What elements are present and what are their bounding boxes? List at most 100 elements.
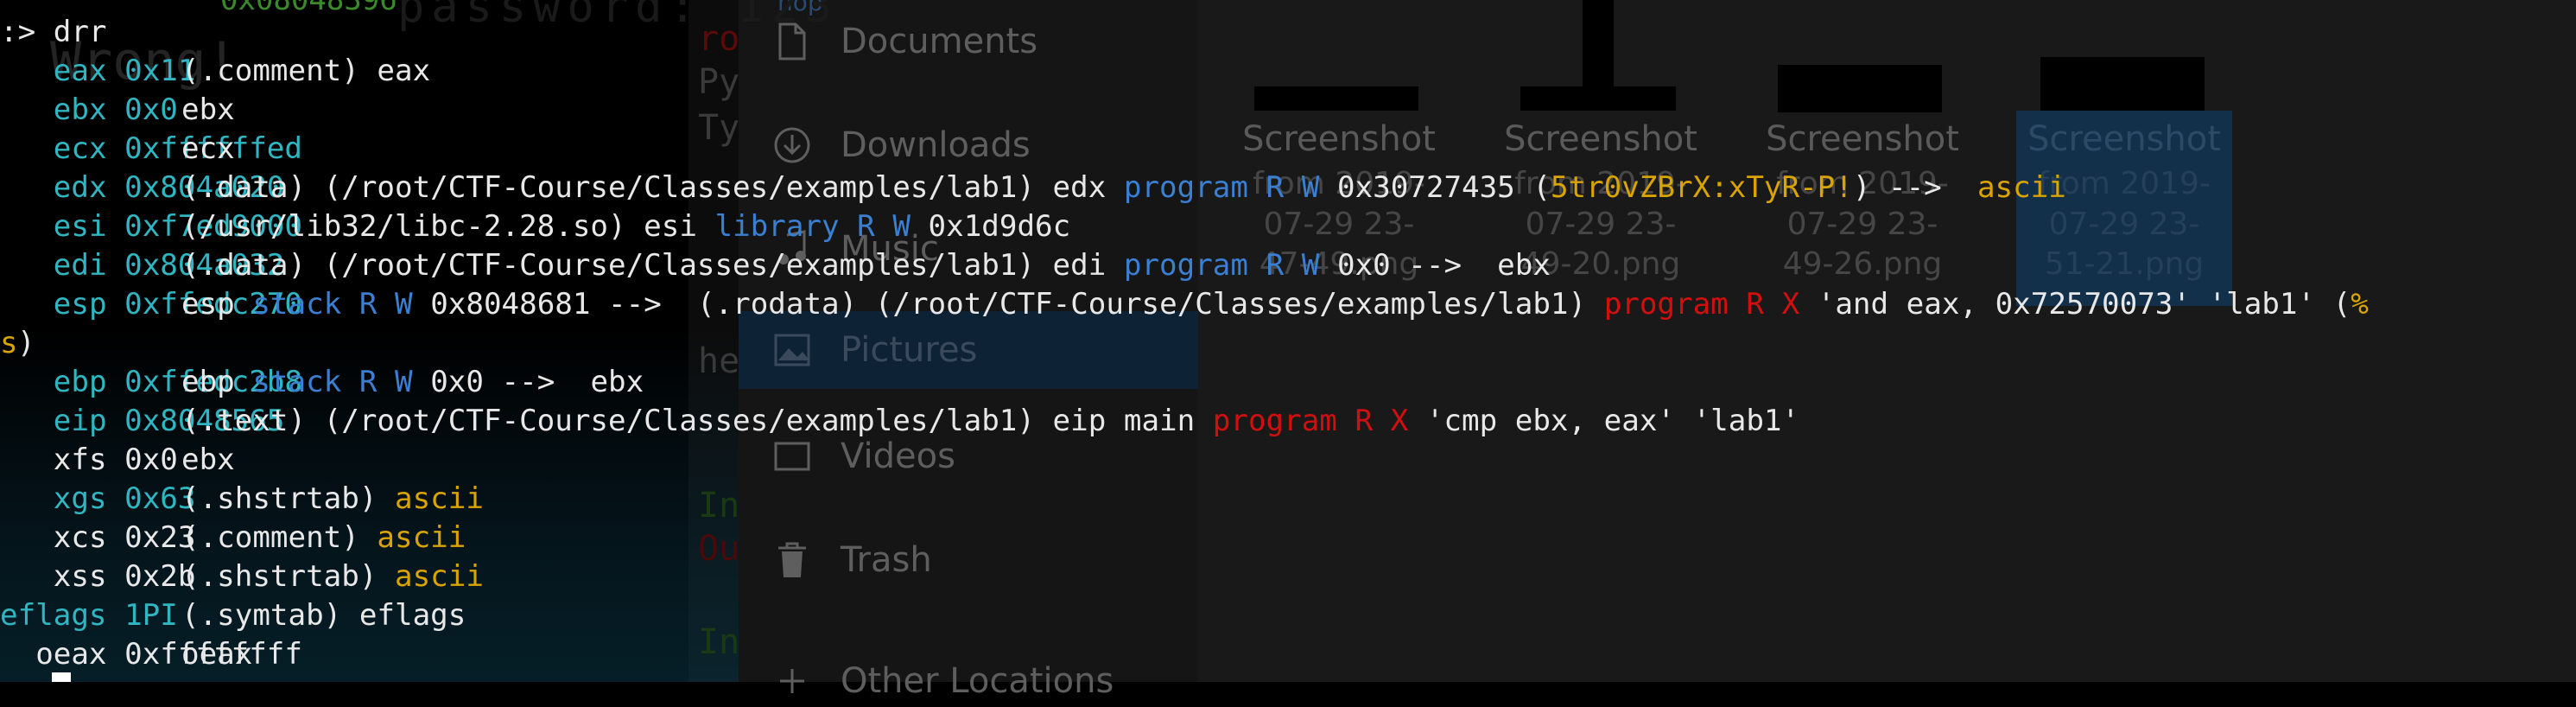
register-name: ebp (53, 365, 107, 399)
register-annotation: 0x30727435 ( (1319, 170, 1551, 205)
terminal-register-line: s) (0, 324, 35, 363)
register-annotation: R (1266, 170, 1285, 205)
register-annotation (875, 209, 893, 244)
register-annotation: library (714, 209, 840, 244)
register-annotation: R (1355, 404, 1374, 438)
register-value: 0x0 (124, 443, 178, 477)
terminal-register-line: xss 0x2b (.shstrtab) ascii (0, 557, 484, 596)
register-annotation: W (1301, 248, 1320, 283)
register-name: xfs (53, 443, 107, 477)
register-name: esi (53, 209, 107, 244)
register-annotation: stack (252, 365, 342, 399)
register-annotation: R (857, 209, 875, 244)
register-annotation (1729, 287, 1747, 322)
register-annotation (1764, 287, 1782, 322)
register-annotation (341, 287, 359, 322)
register-annotation: ) --> (1852, 170, 1977, 205)
register-annotation: W (395, 365, 413, 399)
register-name: eflags (0, 598, 107, 633)
register-annotation: 0x0 --> ebx (412, 365, 644, 399)
register-annotation (1248, 248, 1266, 283)
register-annotation: (.comment) eax (181, 54, 431, 88)
register-annotation: 0x1d9d6c (910, 209, 1071, 244)
register-annotation: program (1212, 404, 1337, 438)
register-annotation: R (1266, 248, 1285, 283)
terminal-register-line: eax 0x11 (.comment) eax (0, 52, 430, 91)
register-annotation (341, 365, 359, 399)
register-annotation: (.symtab) eflags (181, 598, 466, 633)
register-name: oeax (35, 637, 107, 672)
terminal-register-line: ebp 0xffedc2b8 ebp stack R W 0x0 --> ebx (0, 363, 644, 402)
register-annotation: R (1746, 287, 1764, 322)
register-name: edi (53, 248, 107, 283)
register-name: eip (53, 404, 107, 438)
terminal-register-line: oeax 0xffffffff oeax (0, 635, 302, 674)
register-annotation: 'cmp ebx, eax' 'lab1' (1408, 404, 1800, 438)
register-annotation: 0x0 --> ebx (1319, 248, 1551, 283)
register-annotation: 0x8048681 --> (.rodata) (/root/CTF-Cours… (412, 287, 1604, 322)
register-annotation: ebx (181, 92, 235, 127)
terminal-register-line: eflags 1PI (.symtab) eflags (0, 596, 466, 635)
register-annotation: % (2351, 287, 2369, 322)
register-annotation: program (1123, 248, 1248, 283)
register-annotation: program (1123, 170, 1248, 205)
terminal-register-line: edi 0x804a032 (.data) (/root/CTF-Course/C… (0, 246, 1551, 285)
register-annotation: W (892, 209, 910, 244)
register-name: xgs (53, 481, 107, 516)
register-annotation: ) (17, 326, 35, 360)
register-annotation (840, 209, 858, 244)
register-name: esp (53, 287, 107, 322)
register-annotation: R (358, 287, 378, 322)
register-annotation (1284, 248, 1302, 283)
terminal-register-line: ecx 0xffffffed ecx (0, 130, 302, 169)
register-annotation: (.shstrtab) (181, 481, 395, 516)
register-annotation: (.shstrtab) (181, 559, 395, 594)
register-annotation: (/usr/lib32/libc-2.28.so) esi (181, 209, 715, 244)
register-annotation: oeax (181, 637, 253, 672)
register-annotation: ascii (395, 559, 484, 594)
terminal-output[interactable]: :> drr eax 0x11 (.comment) eax ebx 0x0 ebx e… (0, 0, 2576, 682)
register-annotation: esp (181, 287, 253, 322)
register-annotation: 5tr0vZBrX:xTyR-P! (1550, 170, 1853, 205)
register-annotation (1337, 404, 1355, 438)
register-name: edx (53, 170, 107, 205)
register-annotation: R (358, 365, 378, 399)
register-name: ebx (53, 92, 107, 127)
register-annotation: ebp (181, 365, 253, 399)
register-name: eax (53, 54, 107, 88)
register-annotation (377, 365, 395, 399)
register-name: ecx (53, 131, 107, 166)
terminal-register-line: edx 0x804a020 (.data) (/root/CTF-Course/C… (0, 169, 2066, 207)
register-annotation: (.comment) (181, 520, 378, 555)
wrapped-text: s (0, 326, 18, 360)
register-annotation: X (1390, 404, 1409, 438)
register-annotation (377, 287, 395, 322)
register-annotation: (.data) (/root/CTF-Course/Classes/exampl… (181, 170, 1124, 205)
terminal-register-line: esp 0xffedc270 esp stack R W 0x8048681 --… (0, 285, 2369, 324)
register-annotation: ascii (377, 520, 466, 555)
register-value: 1PI (124, 598, 178, 633)
register-annotation: program (1603, 287, 1729, 322)
register-annotation: X (1781, 287, 1800, 322)
register-annotation: W (395, 287, 413, 322)
register-annotation: ascii (395, 481, 484, 516)
terminal-register-line: xfs 0x0 ebx (0, 441, 235, 480)
terminal-cursor (52, 672, 71, 682)
register-annotation: (.data) (/root/CTF-Course/Classes/exampl… (181, 248, 1124, 283)
register-annotation: stack (252, 287, 342, 322)
terminal-register-line: esi 0xf7ed9000 (/usr/lib32/libc-2.28.so) … (0, 207, 1070, 246)
terminal-register-line: xcs 0x23 (.comment) ascii (0, 519, 466, 557)
register-name: xcs (53, 520, 107, 555)
terminal-register-line: eip 0x8048565 (.text) (/root/CTF-Course/C… (0, 402, 1799, 441)
register-annotation: ebx (181, 443, 235, 477)
terminal-prompt: :> drr (0, 15, 107, 49)
register-annotation: 'and eax, 0x72570073' 'lab1' ( (1799, 287, 2351, 322)
terminal-register-line: ebx 0x0 ebx (0, 91, 235, 130)
register-value: 0x0 (124, 92, 178, 127)
register-annotation: ascii (1976, 170, 2066, 205)
register-annotation: ecx (181, 131, 235, 166)
register-annotation: (.text) (/root/CTF-Course/Classes/exampl… (181, 404, 1213, 438)
register-name: xss (53, 559, 107, 594)
register-annotation: W (1301, 170, 1320, 205)
register-annotation (1373, 404, 1391, 438)
